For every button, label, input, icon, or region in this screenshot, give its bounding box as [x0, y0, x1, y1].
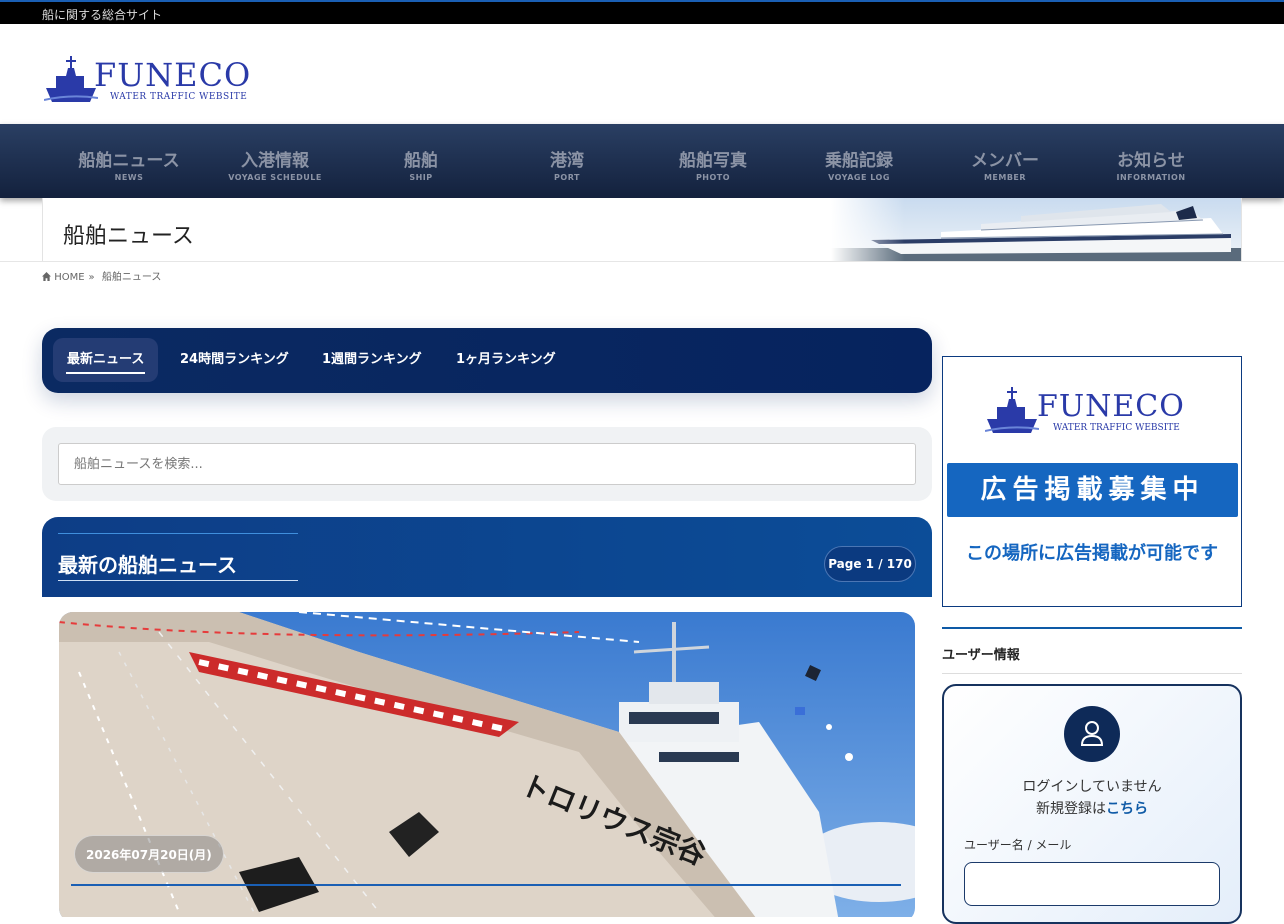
register-prompt: 新規登録はこちら [944, 798, 1240, 818]
breadcrumb-home-link[interactable]: HOME [54, 272, 84, 283]
page-title: 船舶ニュース [63, 224, 194, 249]
top-bar: 船に関する総合サイト [0, 0, 1284, 24]
news-panel-header: 最新の船舶ニュース Page 1 / 170 [42, 517, 932, 597]
tab-latest-news[interactable]: 最新ニュース [53, 338, 159, 382]
main-navigation: 船舶ニュース NEWS 入港情報 VOYAGE SCHEDULE 船舶 SHIP… [0, 124, 1284, 198]
nav-sublabel: NEWS [114, 173, 144, 182]
sidebar-ad-banner[interactable]: FUNECO WATER TRAFFIC WEBSITE 広告掲載募集中 この場… [942, 356, 1242, 607]
avatar [1064, 706, 1120, 762]
nav-sublabel: INFORMATION [1116, 173, 1186, 182]
breadcrumb-divider [0, 261, 1284, 262]
nav-item-photo[interactable]: 船舶写真 PHOTO [640, 124, 786, 198]
nav-sublabel: SHIP [409, 173, 433, 182]
ad-logo-tagline: WATER TRAFFIC WEBSITE [1053, 423, 1180, 433]
nav-item-member[interactable]: メンバー MEMBER [932, 124, 1078, 198]
nav-sublabel: MEMBER [983, 173, 1027, 182]
nav-sublabel: VOYAGE LOG [828, 173, 890, 182]
nav-label: メンバー [971, 151, 1039, 171]
nav-sublabel: PORT [554, 173, 580, 182]
login-widget: ログインしていません 新規登録はこちら ユーザー名 / メール [942, 684, 1242, 924]
breadcrumb-current: 船舶ニュース [101, 272, 162, 283]
nav-item-port[interactable]: 港湾 PORT [494, 124, 640, 198]
tab-1month-ranking[interactable]: 1ヶ月ランキング [442, 338, 570, 382]
site-header: FUNECO WATER TRAFFIC WEBSITE [0, 24, 1284, 124]
user-section-rule [942, 627, 1242, 629]
logo-name: FUNECO [94, 56, 252, 94]
nav-label: 港湾 [550, 151, 584, 171]
nav-item-voyage-schedule[interactable]: 入港情報 VOYAGE SCHEDULE [202, 124, 348, 198]
ad-available-text: この場所に広告掲載が可能です [966, 543, 1218, 564]
heading-rule-bottom [58, 580, 298, 581]
register-prefix: 新規登録は [1036, 801, 1106, 817]
latest-news-panel: 最新の船舶ニュース Page 1 / 170 トロリウス宗谷 2026年07月2… [42, 517, 932, 917]
nav-item-information[interactable]: お知らせ INFORMATION [1078, 124, 1224, 198]
ad-logo-name: FUNECO [1037, 389, 1185, 424]
user-section-rule [942, 673, 1242, 674]
username-label: ユーザー名 / メール [964, 838, 1072, 852]
ship-logo-icon [985, 387, 1039, 433]
ad-recruiting-banner: 広告掲載募集中 [947, 463, 1238, 517]
username-input[interactable] [964, 862, 1220, 906]
news-heading: 最新の船舶ニュース [58, 553, 237, 577]
featured-card-divider [71, 884, 901, 886]
nav-label: 入港情報 [241, 151, 309, 171]
page-header: 船舶ニュース [42, 198, 1242, 261]
nav-item-voyage-log[interactable]: 乗船記録 VOYAGE LOG [786, 124, 932, 198]
ad-logo: FUNECO WATER TRAFFIC WEBSITE [985, 385, 1195, 437]
register-link[interactable]: こちら [1106, 801, 1148, 817]
nav-label: 乗船記録 [825, 151, 893, 171]
site-tagline: 船に関する総合サイト [42, 8, 163, 22]
ship-logo-icon [44, 56, 98, 102]
nav-label: お知らせ [1117, 151, 1185, 171]
breadcrumb: HOME » 船舶ニュース [42, 268, 165, 283]
news-tabs: 最新ニュース 24時間ランキング 1週間ランキング 1ヶ月ランキング [42, 328, 932, 393]
cruise-ship-image [831, 198, 1241, 261]
breadcrumb-separator: » [88, 272, 95, 283]
news-search-input[interactable] [58, 443, 916, 485]
nav-item-ship[interactable]: 船舶 SHIP [348, 124, 494, 198]
nav-sublabel: VOYAGE SCHEDULE [228, 173, 322, 182]
heading-rule-top [58, 533, 298, 534]
user-info-title: ユーザー情報 [942, 648, 1020, 663]
tab-1week-ranking[interactable]: 1週間ランキング [308, 338, 436, 382]
user-icon [1080, 721, 1104, 746]
nav-sublabel: PHOTO [695, 173, 731, 182]
news-search-container [42, 427, 932, 501]
tab-24h-ranking[interactable]: 24時間ランキング [166, 338, 303, 382]
page-indicator: Page 1 / 170 [824, 546, 916, 582]
nav-label: 船舶ニュース [78, 151, 180, 171]
news-date-badge: 2026年07月20日(月) [74, 835, 224, 873]
login-status-text: ログインしていません [1022, 779, 1162, 795]
nav-label: 船舶写真 [679, 151, 747, 171]
logo-tagline: WATER TRAFFIC WEBSITE [110, 92, 248, 102]
nav-label: 船舶 [404, 151, 438, 171]
featured-news-card[interactable]: トロリウス宗谷 2026年07月20日(月) [59, 612, 915, 917]
nav-item-news[interactable]: 船舶ニュース NEWS [56, 124, 202, 198]
site-logo[interactable]: FUNECO WATER TRAFFIC WEBSITE [44, 54, 250, 106]
home-icon [42, 272, 51, 281]
